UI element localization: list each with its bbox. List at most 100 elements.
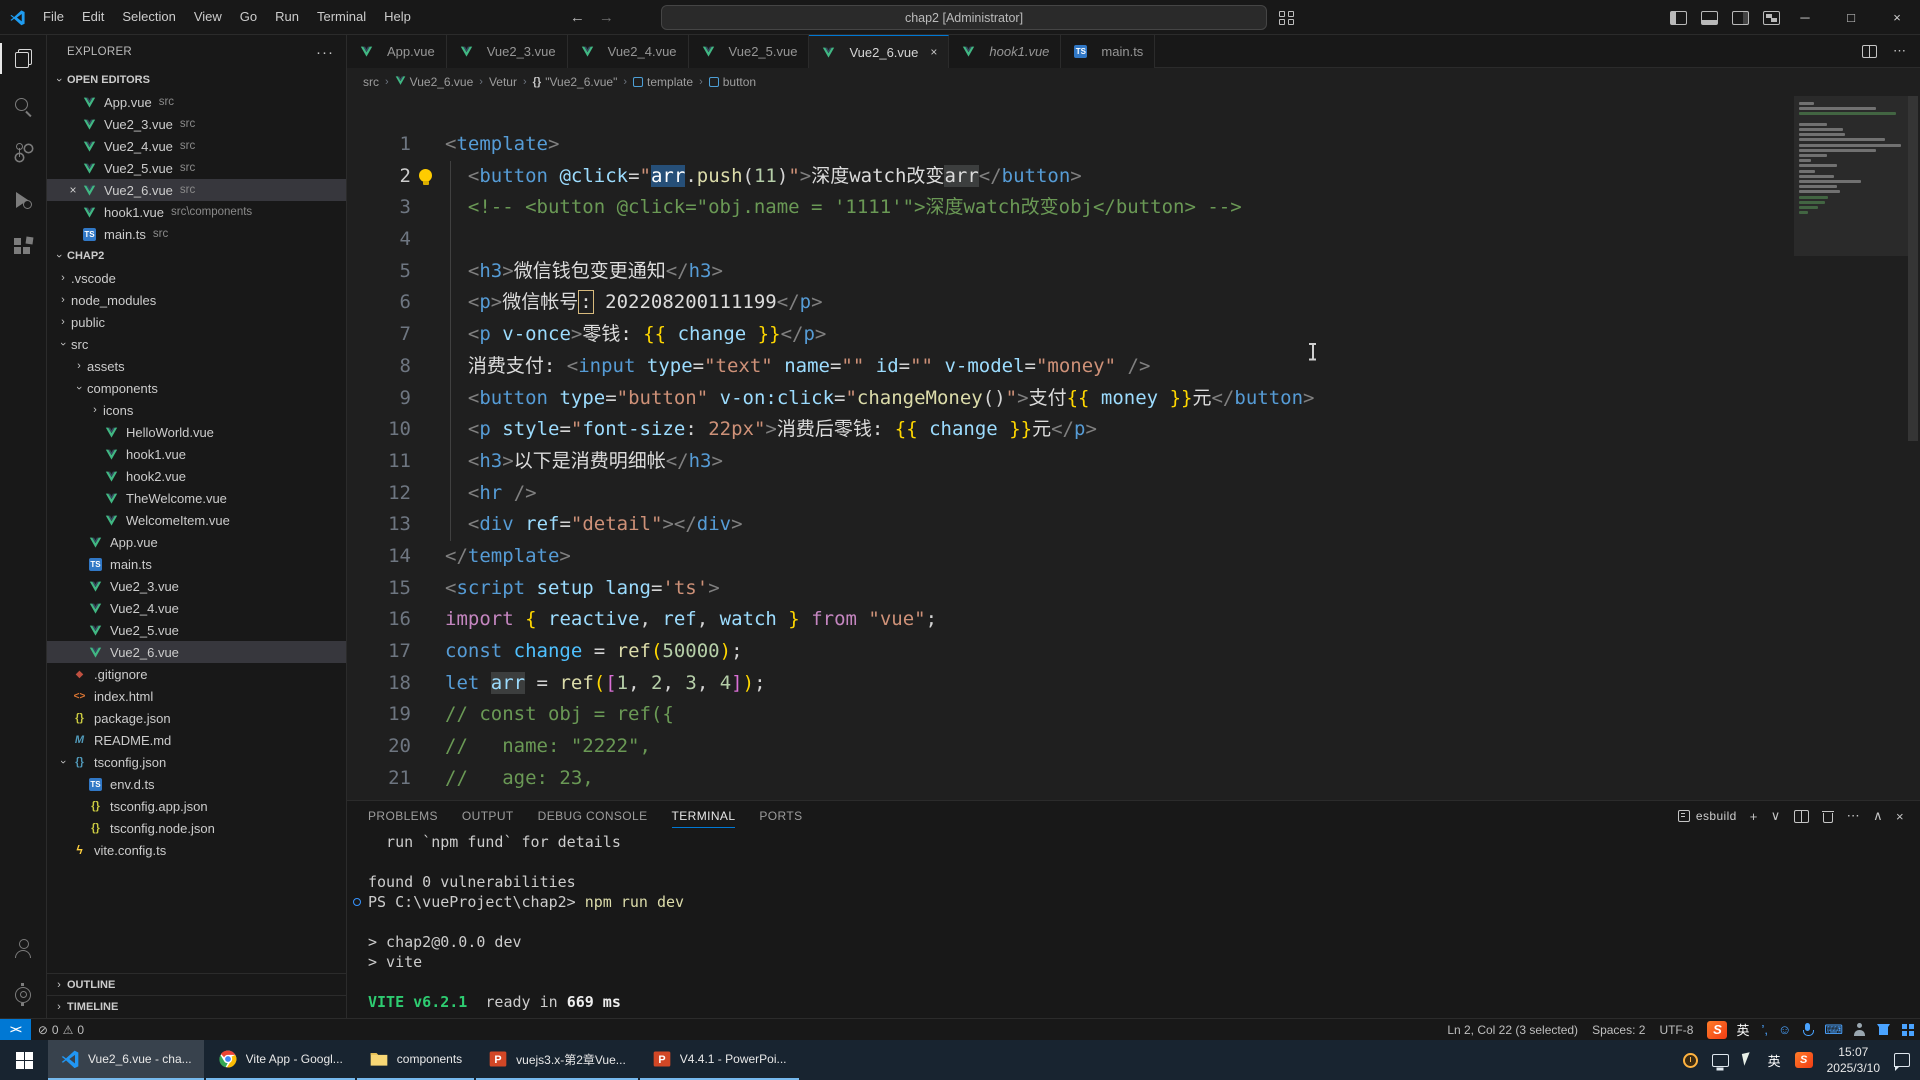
breadcrumb-item[interactable]: src — [363, 75, 379, 89]
editor-tab-Vue2_6.vue[interactable]: Vue2_6.vue× — [809, 35, 949, 68]
panel-tab-terminal[interactable]: TERMINAL — [672, 801, 736, 831]
open-editor-item[interactable]: Vue2_4.vuesrc — [47, 135, 346, 157]
open-editor-item[interactable]: ×Vue2_6.vuesrc — [47, 179, 346, 201]
panel-tab-problems[interactable]: PROBLEMS — [368, 801, 438, 831]
panel-tab-ports[interactable]: PORTS — [759, 801, 802, 831]
tree-file-item[interactable]: ◆.gitignore — [47, 663, 346, 685]
panel-close-icon[interactable]: × — [1896, 809, 1904, 824]
code-line[interactable]: 4 — [347, 224, 1920, 256]
menu-selection[interactable]: Selection — [113, 5, 184, 29]
tree-file-item[interactable]: App.vue — [47, 531, 346, 553]
taskbar-item-vscode[interactable]: Vue2_6.vue - cha... — [48, 1040, 204, 1080]
remote-indicator[interactable]: >< — [0, 1019, 31, 1041]
activity-source-control-icon[interactable] — [0, 129, 47, 176]
code-line[interactable]: 8 消费支付: <input type="text" name="" id=""… — [347, 351, 1920, 383]
code-line[interactable]: 16import { reactive, ref, watch } from "… — [347, 604, 1920, 636]
breadcrumb-item[interactable]: button — [709, 75, 756, 89]
tree-file-item[interactable]: MREADME.md — [47, 729, 346, 751]
code-line[interactable]: 13 <div ref="detail"></div> — [347, 509, 1920, 541]
accounts-icon[interactable] — [0, 924, 47, 971]
close-button[interactable]: × — [1874, 0, 1920, 34]
panel-tab-output[interactable]: OUTPUT — [462, 801, 514, 831]
nav-back-icon[interactable]: ← — [570, 9, 585, 26]
editor-tab-Vue2_4.vue[interactable]: Vue2_4.vue — [568, 35, 689, 68]
open-editor-item[interactable]: Vue2_5.vuesrc — [47, 157, 346, 179]
tree-file-item[interactable]: Vue2_3.vue — [47, 575, 346, 597]
tree-file-item[interactable]: Vue2_5.vue — [47, 619, 346, 641]
minimap[interactable] — [1796, 96, 1906, 800]
tree-file-item[interactable]: {}tsconfig.node.json — [47, 817, 346, 839]
open-editor-item[interactable]: App.vuesrc — [47, 91, 346, 113]
panel-more-icon[interactable]: ⋯ — [1847, 808, 1860, 824]
taskbar-item-folder[interactable]: components — [357, 1040, 474, 1080]
breadcrumb-item[interactable]: {}"Vue2_6.vue" — [533, 75, 618, 89]
tree-file-item[interactable]: {}package.json — [47, 707, 346, 729]
problems-status[interactable]: ⊘ 0 ⚠ 0 — [31, 1019, 91, 1041]
encoding-status[interactable]: UTF-8 — [1652, 1019, 1700, 1041]
minimize-button[interactable]: ─ — [1782, 0, 1828, 34]
menu-go[interactable]: Go — [231, 5, 266, 29]
tree-file-item[interactable]: TheWelcome.vue — [47, 487, 346, 509]
code-line[interactable]: 5 <h3>微信钱包变更通知</h3> — [347, 256, 1920, 288]
code-line[interactable]: 21// age: 23, — [347, 763, 1920, 795]
tree-file-item[interactable]: TSenv.d.ts — [47, 773, 346, 795]
tree-folder-item[interactable]: ›icons — [47, 399, 346, 421]
tree-file-item[interactable]: Vue2_4.vue — [47, 597, 346, 619]
action-center-icon[interactable] — [1894, 1053, 1910, 1067]
breadcrumb-item[interactable]: template — [633, 75, 693, 89]
indentation-status[interactable]: Spaces: 2 — [1585, 1019, 1652, 1041]
ime-account-icon[interactable] — [1854, 1023, 1865, 1036]
menu-edit[interactable]: Edit — [73, 5, 113, 29]
menu-view[interactable]: View — [185, 5, 231, 29]
tree-folder-item[interactable]: ›.vscode — [47, 267, 346, 289]
breadcrumb-item[interactable]: Vue2_6.vue — [395, 75, 474, 89]
tree-file-item[interactable]: WelcomeItem.vue — [47, 509, 346, 531]
code-line[interactable]: 9 <button type="button" v-on:click="chan… — [347, 383, 1920, 415]
code-line[interactable]: 6 <p>微信帐号: 202208200111199</p> — [347, 287, 1920, 319]
breadcrumb-item[interactable]: Vetur — [489, 75, 517, 89]
taskbar-clock[interactable]: 15:07 2025/3/10 — [1827, 1044, 1880, 1076]
editor-tab-main.ts[interactable]: TSmain.ts — [1061, 35, 1155, 68]
code-line[interactable]: 11 <h3>以下是消费明细帐</h3> — [347, 446, 1920, 478]
menu-file[interactable]: File — [34, 5, 73, 29]
settings-gear-icon[interactable] — [0, 971, 47, 1018]
tree-file-item[interactable]: {}tsconfig.app.json — [47, 795, 346, 817]
open-editors-header[interactable]: › OPEN EDITORS — [47, 69, 346, 91]
taskbar-item-chrome[interactable]: Vite App - Googl... — [206, 1040, 355, 1080]
ime-punctuation-icon[interactable]: ’, — [1758, 1022, 1771, 1037]
code-line[interactable]: 7 <p v-once>零钱: {{ change }}</p> — [347, 319, 1920, 351]
start-button[interactable] — [0, 1040, 48, 1080]
menu-help[interactable]: Help — [375, 5, 420, 29]
tree-file-item[interactable]: hook1.vue — [47, 443, 346, 465]
taskbar-item-ppt[interactable]: PV4.4.1 - PowerPoi... — [640, 1040, 799, 1080]
explorer-more-icon[interactable]: ··· — [316, 44, 334, 61]
tree-folder-item[interactable]: ›public — [47, 311, 346, 333]
ime-emoji-icon[interactable]: ☺ — [1775, 1022, 1794, 1037]
activity-explorer-icon[interactable] — [0, 35, 47, 82]
ime-mic-icon[interactable] — [1803, 1023, 1812, 1036]
ime-toolbox-icon[interactable] — [1902, 1024, 1914, 1036]
tree-folder-item[interactable]: ›node_modules — [47, 289, 346, 311]
ime-tray-indicator[interactable]: 英 — [1768, 1051, 1781, 1070]
panel-tab-debug-console[interactable]: DEBUG CONSOLE — [538, 801, 648, 831]
tab-close-icon[interactable]: × — [930, 45, 937, 59]
code-line[interactable]: 1<template> — [347, 129, 1920, 161]
tree-folder-item[interactable]: ›{}tsconfig.json — [47, 751, 346, 773]
tree-folder-item[interactable]: ›src — [47, 333, 346, 355]
code-line[interactable]: 19// const obj = ref({ — [347, 699, 1920, 731]
outline-header[interactable]: › OUTLINE — [47, 973, 346, 995]
code-editor[interactable]: 1<template>2 <button @click="arr.push(11… — [347, 96, 1920, 800]
sogou-ime-icon[interactable]: S — [1707, 1021, 1727, 1039]
alarm-tray-icon[interactable] — [1683, 1053, 1698, 1068]
terminal-output[interactable]: run `npm fund` for detailsfound 0 vulner… — [368, 832, 1910, 1018]
ime-keyboard-icon[interactable]: ⌨ — [1821, 1022, 1846, 1038]
tree-file-item[interactable]: HelloWorld.vue — [47, 421, 346, 443]
toggle-panel-icon[interactable] — [1701, 11, 1718, 25]
code-line[interactable]: 18let arr = ref([1, 2, 3, 4]); — [347, 668, 1920, 700]
editor-tab-hook1.vue[interactable]: hook1.vue — [949, 35, 1061, 68]
sogou-tray-icon[interactable]: S — [1795, 1052, 1813, 1068]
command-decoration-icon[interactable] — [353, 898, 361, 906]
taskbar-item-ppt[interactable]: Pvuejs3.x-第2章Vue... — [476, 1040, 638, 1080]
network-display-tray-icon[interactable] — [1712, 1054, 1729, 1067]
editor-tab-Vue2_3.vue[interactable]: Vue2_3.vue — [447, 35, 568, 68]
